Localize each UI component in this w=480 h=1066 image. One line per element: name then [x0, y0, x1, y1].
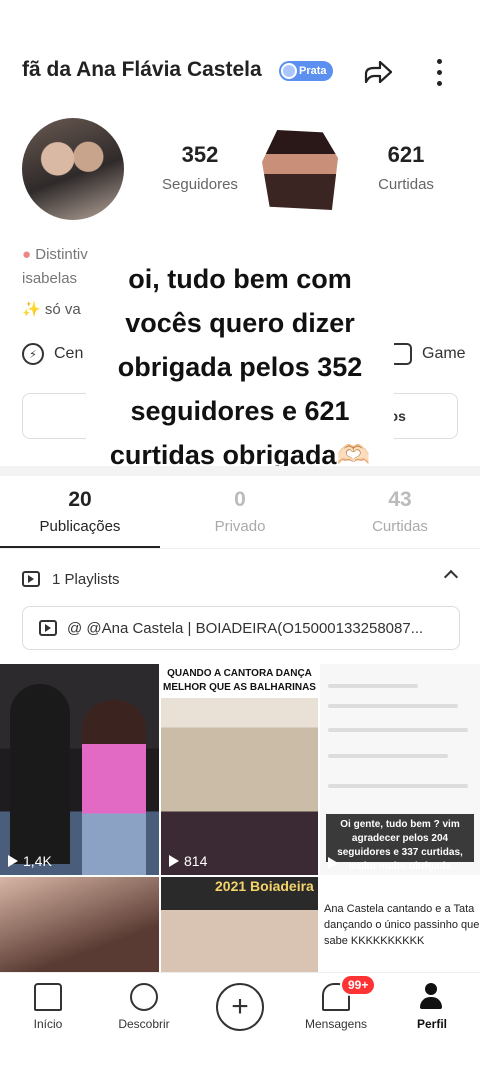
creator-center-shortcut[interactable]: ⚡ Cen: [22, 343, 83, 365]
compass-icon: [130, 983, 158, 1011]
plus-icon: +: [231, 990, 249, 1023]
level-badge-label: Prata: [299, 65, 327, 77]
play-icon: [328, 857, 338, 869]
screenshot-line: [328, 684, 418, 688]
screenshot-line: [328, 704, 458, 708]
likes-count: 621: [387, 142, 425, 167]
nav-discover[interactable]: Descobrir: [96, 983, 192, 1031]
video-thumbnail-person: [82, 700, 146, 875]
distinction-icon: ●: [22, 246, 32, 263]
nav-profile-label: Perfil: [416, 1017, 447, 1031]
video-tile[interactable]: QUANDO A CANTORA DANÇA MELHOR QUE AS BAL…: [161, 664, 318, 875]
game-shortcut[interactable]: Game: [390, 343, 466, 365]
view-count: 814: [169, 853, 207, 869]
likes-label: Curtidas: [378, 176, 434, 193]
playlist-card[interactable]: @ @Ana Castela | BOIADEIRA(O150001332580…: [22, 606, 460, 650]
view-count: [328, 857, 338, 869]
gem-icon: [281, 63, 297, 79]
level-badge[interactable]: Prata: [279, 61, 333, 81]
tab-count: 43: [388, 488, 412, 511]
distinction-label: Distintiv: [35, 246, 88, 263]
screenshot-overlay-text: Oi gente, tudo bem ? vim agradecer pelos…: [337, 819, 463, 872]
playlist-icon: [39, 620, 57, 636]
profile-sticker-image: [262, 130, 338, 210]
nav-profile[interactable]: Perfil: [384, 983, 480, 1031]
playlists-label: 1 Playlists: [52, 570, 120, 588]
nav-messages-label: Mensagens: [304, 1017, 368, 1031]
followers-label: Seguidores: [162, 176, 238, 193]
video-thumbnail-person: [10, 684, 70, 864]
edit-profile-button[interactable]: [22, 393, 92, 439]
view-count: 1,4K: [8, 853, 52, 869]
bottom-navigation: Início Descobrir + Mensagens Perfil: [0, 972, 480, 1066]
video-text: Ana Castela cantando e a Tata dançando o…: [324, 903, 480, 947]
create-button[interactable]: +: [216, 983, 264, 1031]
nav-home-label: Início: [33, 1017, 63, 1031]
play-icon: [8, 855, 18, 867]
likes-stat[interactable]: 621 Curtidas: [356, 142, 456, 193]
person-icon: [418, 983, 446, 1011]
home-icon: [34, 983, 62, 1011]
view-count-label: 1,4K: [23, 853, 52, 869]
screenshot-line: [328, 728, 468, 732]
tab-privado[interactable]: 0 Privado: [160, 488, 320, 535]
game-label: Game: [422, 345, 466, 362]
video-tile[interactable]: 2021 Boiadeira: [161, 877, 318, 972]
nav-discover-label: Descobrir: [118, 1017, 170, 1031]
profile-title: fã da Ana Flávia Castela: [22, 58, 262, 81]
overlay-caption: oi, tudo bem com vocês quero dizer obrig…: [86, 258, 394, 476]
bio-line-2: isabelas: [22, 270, 78, 287]
messages-badge: 99+: [340, 974, 377, 996]
caption-line: oi, tudo bem com: [128, 264, 352, 294]
nav-home[interactable]: Início: [0, 983, 96, 1031]
bio-line-3: ✨ só va: [22, 301, 81, 318]
tab-count: 20: [68, 488, 92, 511]
video-caption: QUANDO A CANTORA DANÇA MELHOR QUE AS BAL…: [161, 664, 318, 698]
caption-line: vocês quero dizer: [125, 308, 355, 338]
video-tile[interactable]: Oi gente, tudo bem ? vim agradecer pelos…: [320, 664, 480, 875]
tab-label: Curtidas: [372, 518, 428, 535]
caption-line: obrigada pelos 352: [117, 352, 363, 382]
screenshot-line: [328, 754, 448, 758]
video-tile[interactable]: Ana Castela cantando e a Tata dançando o…: [320, 877, 480, 972]
play-icon: [169, 855, 179, 867]
playlist-icon: [22, 571, 40, 587]
tab-count: 0: [234, 488, 246, 511]
video-tag: 2021 Boiadeira: [215, 878, 314, 894]
tab-publicacoes[interactable]: 20 Publicações: [0, 488, 160, 535]
followers-stat[interactable]: 352 Seguidores: [150, 142, 250, 193]
distinction-line[interactable]: ● Distintiv: [22, 246, 88, 263]
tab-curtidas[interactable]: 43 Curtidas: [320, 488, 480, 535]
tab-label: Publicações: [39, 518, 121, 535]
tab-label: Privado: [214, 518, 266, 535]
lightning-icon: ⚡: [22, 343, 44, 365]
screenshot-line: [328, 784, 468, 788]
playlist-card-label: @ @Ana Castela | BOIADEIRA(O150001332580…: [67, 619, 424, 637]
caption-line: seguidores e 621: [130, 396, 350, 426]
more-vertical-icon[interactable]: [424, 54, 454, 90]
profile-header: fã da Ana Flávia Castela Prata: [0, 48, 480, 96]
chevron-up-icon[interactable]: [443, 569, 459, 585]
tab-divider: [0, 548, 480, 549]
followers-count: 352: [181, 142, 219, 167]
video-tile[interactable]: 1,4K: [0, 664, 159, 875]
creator-center-label: Cen: [54, 345, 84, 362]
screenshot-overlay: Oi gente, tudo bem ? vim agradecer pelos…: [326, 814, 474, 872]
playlists-header[interactable]: 1 Playlists: [22, 566, 459, 592]
view-count-label: 814: [184, 853, 208, 869]
share-arrow-icon[interactable]: [360, 54, 396, 90]
avatar[interactable]: [22, 118, 124, 220]
video-tile[interactable]: [0, 877, 159, 972]
section-divider: [0, 466, 480, 476]
